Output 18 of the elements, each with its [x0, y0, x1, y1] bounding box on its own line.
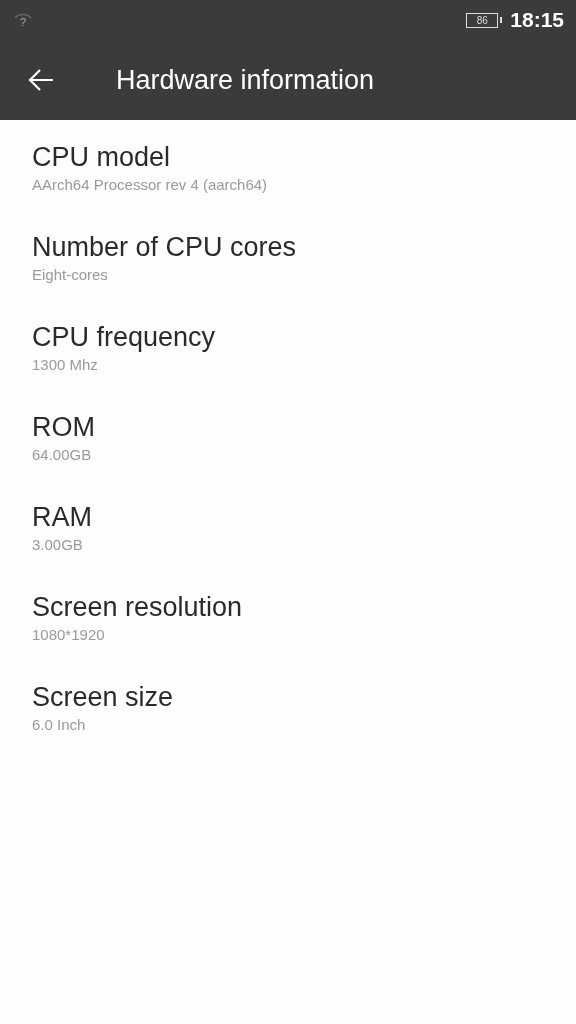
item-value: Eight-cores — [32, 266, 108, 283]
item-value: 64.00GB — [32, 446, 92, 463]
item-title: Screen size — [32, 681, 174, 714]
battery-icon: 86 — [466, 12, 499, 28]
item-title: CPU frequency — [32, 321, 216, 354]
toolbar-title: Hardware information — [116, 64, 375, 96]
clock: 18:15 — [510, 8, 564, 32]
item-title: Number of CPU cores — [32, 231, 297, 264]
item-title: ROM — [32, 411, 95, 444]
item-title: RAM — [32, 501, 92, 534]
item-value: 6.0 Inch — [32, 716, 86, 733]
item-value: AArch64 Processor rev 4 (aarch64) — [32, 176, 268, 193]
item-value: 1080*1920 — [32, 626, 105, 643]
item-title: Screen resolution — [32, 591, 243, 624]
back-arrow-icon — [27, 68, 55, 92]
item-value: 1300 Mhz — [32, 356, 98, 373]
item-title: CPU model — [32, 141, 171, 174]
item-value: 3.00GB — [32, 536, 83, 553]
